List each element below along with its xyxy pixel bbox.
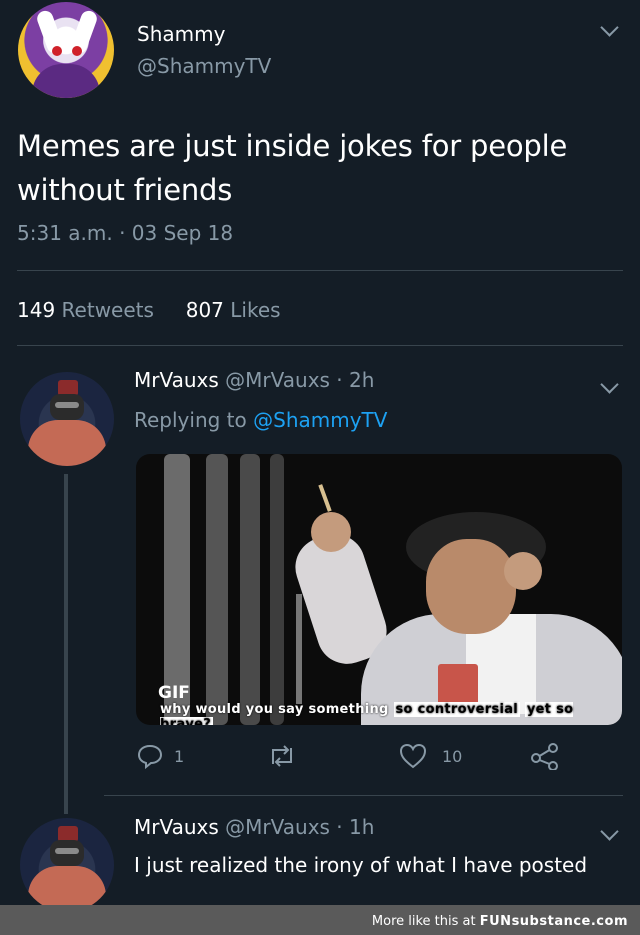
retweets-label: Retweets bbox=[61, 298, 154, 322]
avatar-goggles bbox=[55, 848, 79, 854]
reply-handle-time[interactable]: @MrVauxs · 1h bbox=[225, 815, 374, 839]
retweet-icon bbox=[272, 745, 292, 767]
retweets-link[interactable]: 149 Retweets bbox=[17, 298, 154, 322]
handle[interactable]: @ShammyTV bbox=[137, 54, 271, 78]
person-face bbox=[426, 539, 516, 634]
tweet-actions: 1 10 bbox=[0, 742, 640, 782]
reply-header: MrVauxs @MrVauxs · 1h bbox=[134, 815, 374, 839]
curtain-fold bbox=[270, 454, 284, 725]
reply-text: I just realized the irony of what I have… bbox=[134, 853, 588, 877]
tweet-stats: 149 Retweets 807 Likes bbox=[17, 298, 281, 322]
reply-display-name[interactable]: MrVauxs bbox=[134, 368, 219, 392]
likes-count: 807 bbox=[185, 298, 224, 322]
curtain-fold bbox=[206, 454, 228, 725]
reply-handle-time[interactable]: @MrVauxs · 2h bbox=[225, 368, 374, 392]
avatar-body bbox=[28, 420, 106, 466]
divider bbox=[17, 270, 623, 271]
like-button[interactable]: 10 bbox=[398, 742, 462, 770]
retweet-button[interactable] bbox=[266, 742, 298, 770]
reply-display-name[interactable]: MrVauxs bbox=[134, 815, 219, 839]
gif-caption-highlight: so controversial bbox=[393, 702, 521, 717]
person-hand bbox=[504, 552, 542, 590]
replying-handle-link[interactable]: @ShammyTV bbox=[253, 408, 387, 432]
share-icon bbox=[531, 743, 558, 770]
chevron-down-icon[interactable] bbox=[600, 375, 619, 394]
avatar-mrvauxs[interactable] bbox=[20, 818, 114, 912]
avatar-goggles bbox=[55, 402, 79, 408]
reply-button[interactable]: 1 bbox=[136, 742, 184, 770]
gif-badge: GIF bbox=[158, 683, 190, 703]
likes-label: Likes bbox=[230, 298, 281, 322]
avatar-eye-left bbox=[52, 46, 62, 56]
like-count: 10 bbox=[442, 746, 463, 766]
share-button[interactable] bbox=[530, 742, 560, 770]
chevron-down-icon[interactable] bbox=[600, 18, 619, 37]
chevron-down-icon[interactable] bbox=[600, 822, 619, 841]
avatar-mrvauxs[interactable] bbox=[20, 372, 114, 466]
avatar-jacket bbox=[32, 64, 100, 98]
likes-link[interactable]: 807 Likes bbox=[186, 298, 281, 322]
gif-media[interactable]: GIF why would you say something so contr… bbox=[136, 454, 622, 725]
replying-prefix: Replying to bbox=[134, 408, 247, 432]
reply-icon bbox=[137, 744, 163, 770]
person-hand bbox=[311, 512, 351, 552]
retweets-count: 149 bbox=[17, 298, 56, 322]
watermark-prefix: More like this at bbox=[371, 914, 476, 929]
replying-to: Replying to @ShammyTV bbox=[134, 408, 387, 432]
tweet-text: Memes are just inside jokes for people w… bbox=[17, 129, 568, 207]
avatar-shammy[interactable] bbox=[18, 2, 114, 98]
reply-header: MrVauxs @MrVauxs · 2h bbox=[134, 368, 374, 392]
reply-count: 1 bbox=[174, 746, 185, 766]
watermark-brand: FUNsubstance.com bbox=[479, 914, 628, 929]
watermark-text[interactable]: More like this at FUNsubstance.com bbox=[372, 914, 628, 929]
heart-icon bbox=[399, 743, 427, 769]
tweet-timestamp[interactable]: 5:31 a.m. · 03 Sep 18 bbox=[17, 221, 233, 245]
divider bbox=[104, 795, 623, 796]
divider bbox=[17, 345, 623, 346]
display-name[interactable]: Shammy bbox=[137, 22, 225, 46]
microphone bbox=[296, 594, 302, 704]
avatar-eye-right bbox=[72, 46, 82, 56]
gif-caption-part: why would you say something bbox=[160, 702, 389, 717]
curtain-fold bbox=[240, 454, 260, 725]
gif-subtitle: why would you say something so controver… bbox=[160, 702, 622, 725]
cigarette bbox=[318, 484, 332, 512]
